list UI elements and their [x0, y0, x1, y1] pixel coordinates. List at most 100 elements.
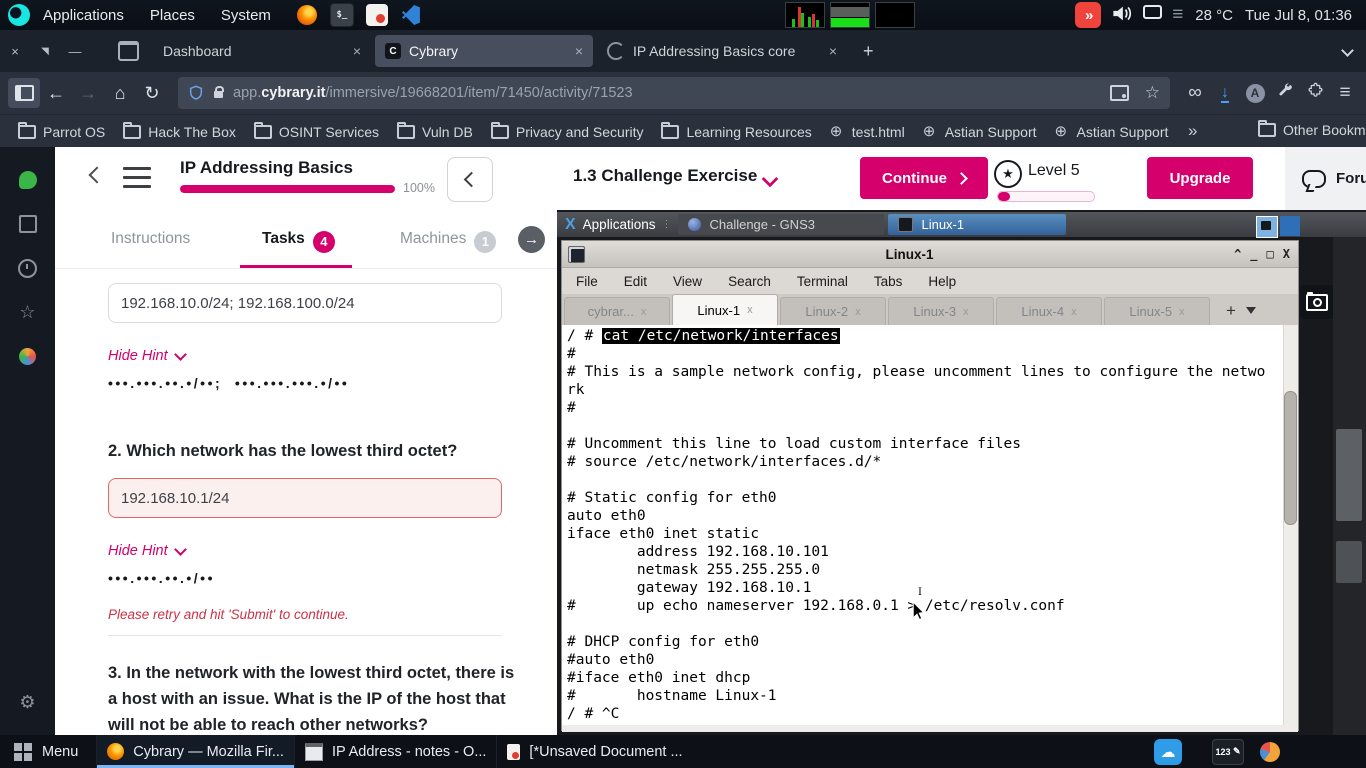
- terminal-output[interactable]: / # cat /etc/network/interfaces # # This…: [562, 325, 1298, 732]
- q2-answer-input[interactable]: 192.168.10.1/24: [108, 478, 502, 518]
- reload-button[interactable]: ↻: [136, 78, 168, 108]
- menu-button[interactable]: Menu: [42, 744, 78, 760]
- sidebar-toggle-button[interactable]: [8, 78, 40, 108]
- q1-hide-hint-toggle[interactable]: Hide Hint: [108, 348, 185, 364]
- bookmark-item[interactable]: Vuln DB: [397, 124, 473, 140]
- memory-monitor-applet[interactable]: [830, 2, 870, 28]
- tab-close-icon[interactable]: x: [641, 306, 647, 318]
- bookmark-item[interactable]: test.html: [830, 124, 905, 140]
- back-chevron-icon[interactable]: [89, 167, 106, 184]
- taskbar-item-notes[interactable]: IP Address - notes - O...: [294, 735, 496, 768]
- bookmark-item[interactable]: Astian Support: [923, 124, 1037, 140]
- volume-icon[interactable]: [1111, 4, 1133, 27]
- terminal-horizontal-scrollbar[interactable]: [562, 725, 1286, 732]
- terminal-new-tab-button[interactable]: +: [1226, 301, 1236, 321]
- screenshot-icon[interactable]: [1110, 85, 1129, 101]
- terminal-vertical-scrollbar[interactable]: [1283, 325, 1298, 732]
- bookmark-item[interactable]: Parrot OS: [18, 124, 105, 140]
- system-menu[interactable]: System: [208, 7, 284, 24]
- vm-applications-menu[interactable]: Applications: [583, 217, 656, 232]
- tab-close-icon[interactable]: x: [1179, 306, 1185, 318]
- collapse-panel-button[interactable]: [447, 157, 493, 202]
- new-tab-button[interactable]: +: [851, 41, 886, 62]
- scrollbar-thumb[interactable]: [1284, 391, 1297, 525]
- bookmark-item[interactable]: OSINT Services: [254, 124, 379, 140]
- text-editor-launcher-icon[interactable]: [366, 4, 388, 26]
- vm-screenshot-button[interactable]: [1300, 285, 1334, 319]
- firefox-launcher-icon[interactable]: [296, 4, 318, 26]
- course-menu-icon[interactable]: [123, 167, 151, 194]
- tab-close-icon[interactable]: ×: [821, 43, 837, 59]
- lesson-dropdown-icon[interactable]: [762, 171, 779, 188]
- bookmark-star-icon[interactable]: ☆: [1145, 83, 1160, 103]
- taskbar-item-firefox[interactable]: Cybrary — Mozilla Fir...: [96, 735, 294, 768]
- terminal-menu-item[interactable]: File: [576, 274, 598, 289]
- forward-button[interactable]: →: [72, 78, 104, 108]
- star-icon[interactable]: ☆: [17, 301, 39, 323]
- url-bar[interactable]: app.cybrary.it/immersive/19668201/item/7…: [178, 77, 1170, 109]
- terminal-menu-item[interactable]: View: [673, 274, 702, 289]
- parrot-logo-icon[interactable]: [8, 4, 30, 26]
- lock-icon[interactable]: [214, 91, 223, 98]
- minimize-window-icon[interactable]: —: [60, 44, 90, 59]
- restore-window-icon[interactable]: ◥: [30, 46, 60, 57]
- minimize-window-icon[interactable]: _: [1250, 247, 1257, 261]
- browser-tab-cybrary[interactable]: C Cybrary ×: [375, 35, 593, 67]
- leaf-icon[interactable]: [17, 169, 39, 191]
- back-button[interactable]: ←: [40, 78, 72, 108]
- lesson-title[interactable]: 1.3 Challenge Exercise: [573, 166, 757, 186]
- terminal-tab[interactable]: Linux-4x: [996, 297, 1102, 325]
- taskbar-item-unsaved-document[interactable]: [*Unsaved Document ...: [496, 735, 692, 768]
- other-bookmarks-folder[interactable]: Other Bookmarks: [1258, 122, 1366, 138]
- terminal-tab[interactable]: cybrar...x: [564, 297, 670, 325]
- upgrade-button[interactable]: Upgrade: [1147, 157, 1253, 199]
- close-window-icon[interactable]: X: [1283, 247, 1290, 261]
- terminal-menu-item[interactable]: Help: [928, 274, 956, 289]
- network-monitor-applet[interactable]: [875, 2, 915, 28]
- tab-close-icon[interactable]: x: [1071, 306, 1077, 318]
- applications-menu[interactable]: Applications: [30, 7, 137, 24]
- next-panel-arrow-button[interactable]: →: [518, 226, 545, 253]
- terminal-menu-item[interactable]: Edit: [624, 274, 647, 289]
- tab-close-icon[interactable]: x: [747, 304, 753, 316]
- wrench-extension-icon[interactable]: [1270, 82, 1300, 104]
- account-extension-icon[interactable]: A: [1240, 84, 1270, 103]
- close-window-icon[interactable]: ×: [0, 44, 30, 59]
- terminal-menu-item[interactable]: Search: [728, 274, 771, 289]
- tab-tasks[interactable]: Tasks4: [262, 230, 335, 253]
- browser-tab-dashboard[interactable]: Dashboard ×: [153, 35, 371, 67]
- home-button[interactable]: ⌂: [104, 78, 136, 108]
- tab-close-icon[interactable]: ×: [567, 43, 583, 59]
- package-icon[interactable]: [17, 213, 39, 235]
- continue-button[interactable]: Continue: [860, 157, 988, 199]
- places-menu[interactable]: Places: [137, 7, 208, 24]
- cpu-monitor-applet[interactable]: [785, 2, 825, 28]
- terminal-menu-item[interactable]: Tabs: [874, 274, 903, 289]
- tab-instructions[interactable]: Instructions: [111, 230, 190, 248]
- terminal-tab[interactable]: Linux-2x: [780, 297, 886, 325]
- terminal-tab[interactable]: Linux-3x: [888, 297, 994, 325]
- bookmark-item[interactable]: Hack The Box: [123, 124, 236, 140]
- vm-window-linux1[interactable]: Linux-1: [888, 214, 1066, 235]
- app-indicator-icon[interactable]: [1260, 742, 1280, 762]
- profile-color-icon[interactable]: [17, 345, 39, 367]
- tab-close-icon[interactable]: x: [855, 306, 861, 318]
- rollup-window-icon[interactable]: ^: [1234, 247, 1241, 261]
- terminal-tab[interactable]: Linux-5x: [1104, 297, 1210, 325]
- terminal-launcher-icon[interactable]: $_: [330, 3, 354, 27]
- terminal-tab-dropdown-icon[interactable]: [1246, 307, 1256, 319]
- vscode-launcher-icon[interactable]: [400, 4, 422, 26]
- list-all-tabs-icon[interactable]: [1343, 42, 1352, 60]
- firefox-view-icon[interactable]: [118, 41, 139, 61]
- q2-hide-hint-toggle[interactable]: Hide Hint: [108, 543, 185, 559]
- display-tray-icon[interactable]: [1143, 5, 1162, 25]
- vm-window-gns3[interactable]: Challenge - GNS3: [678, 214, 884, 235]
- tab-close-icon[interactable]: x: [963, 306, 969, 318]
- anydesk-tray-icon[interactable]: »: [1075, 2, 1101, 28]
- terminal-menu-item[interactable]: Terminal: [797, 274, 848, 289]
- tab-close-icon[interactable]: ×: [345, 43, 361, 59]
- tab-machines[interactable]: Machines1: [400, 230, 496, 253]
- bookmark-item[interactable]: Astian Support: [1055, 124, 1169, 140]
- downloads-icon[interactable]: ↓: [1210, 84, 1240, 102]
- bookmarks-overflow-icon[interactable]: »: [1188, 121, 1197, 141]
